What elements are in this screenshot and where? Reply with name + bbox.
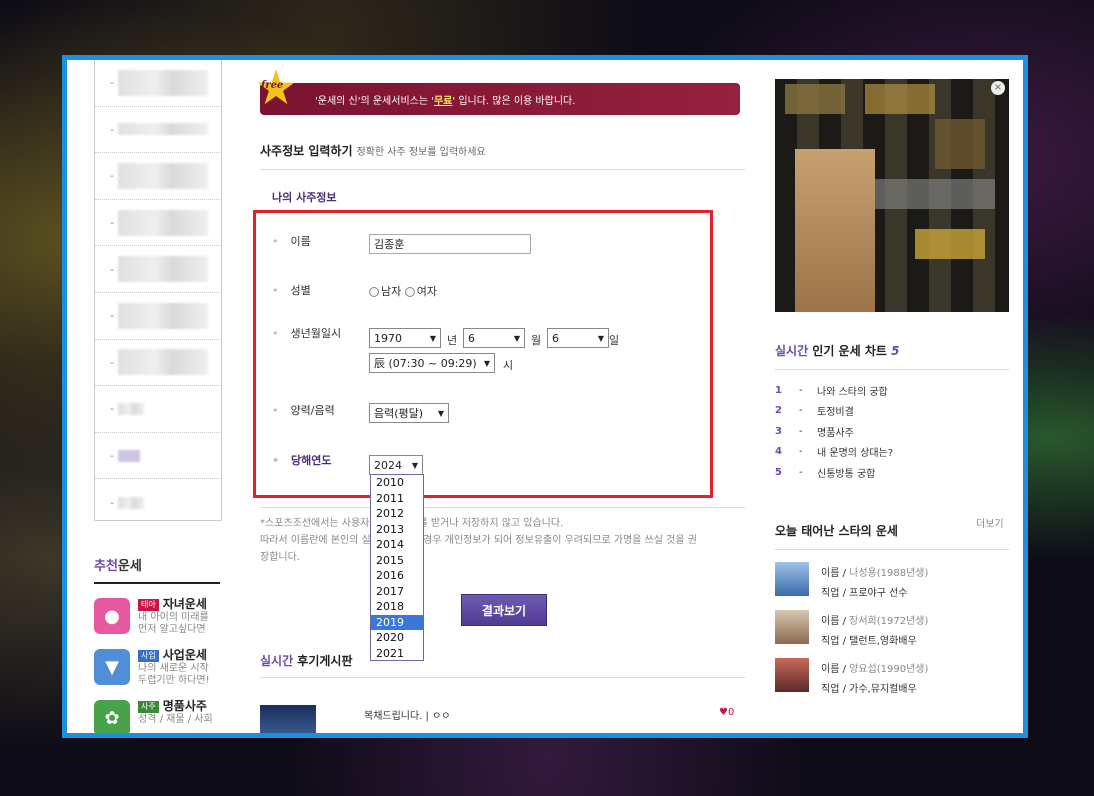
target-year-label: • 당해연도	[272, 454, 332, 467]
name-input[interactable]	[369, 234, 531, 254]
review-item-text[interactable]: 복채드립니다. | ㅇㅇ	[364, 707, 451, 722]
year-unit: 년	[447, 334, 458, 347]
target-year-select[interactable]: 2024 ▼	[369, 455, 423, 475]
day-select[interactable]: 6 ▼	[547, 328, 609, 348]
year-option[interactable]: 2020	[371, 630, 423, 646]
month-select[interactable]: 6 ▼	[463, 328, 525, 348]
chart-item[interactable]: 4-내 운명의 상대는?	[775, 442, 1009, 463]
review-board-title: 실시간 후기게시판	[260, 652, 745, 678]
sidebar-item[interactable]: -	[95, 293, 221, 340]
hour-unit: 시	[503, 359, 514, 372]
gender-female-radio[interactable]	[404, 287, 415, 297]
year-option[interactable]: 2010	[371, 475, 423, 491]
popular-chart-list: 1- 나와 스타의 궁합 2- 토정비결 3- 명품사주 4-내 운명의 상대는? 5…	[775, 380, 1009, 483]
sidebar-item[interactable]: -	[95, 60, 221, 107]
birth-label: • 생년월일시	[272, 327, 342, 340]
ad-close-icon[interactable]: ×	[991, 81, 1005, 95]
gender-radio-group: 남자 여자	[369, 283, 437, 299]
chart-item[interactable]: 2- 토정비결	[775, 401, 1009, 422]
my-info-label: 나의 사주정보	[272, 191, 337, 204]
sidebar-item[interactable]: -	[95, 246, 221, 293]
free-badge-label: free	[261, 80, 284, 91]
review-likes: ♥0	[719, 707, 735, 718]
free-service-notice: '운세의 신'의 운세서비스는 ' 무료 ' 입니다. 많은 이용 바랍니다.	[260, 83, 740, 115]
year-option[interactable]: 2019	[371, 614, 423, 630]
divider	[260, 507, 745, 508]
star-fortune-title: 오늘 태어난 스타의 운세	[775, 522, 1009, 550]
sidebar-item[interactable]: -	[95, 433, 221, 480]
hour-select[interactable]: 辰 (07:30 ~ 09:29) ▼	[369, 353, 495, 373]
recommend-item-child[interactable]: ● 태아 자녀운세 내 아이의 미래를 먼저 알고싶다면	[94, 598, 234, 638]
day-unit: 일	[609, 334, 620, 347]
chart-item[interactable]: 1- 나와 스타의 궁합	[775, 380, 1009, 401]
year-option[interactable]: 2015	[371, 553, 423, 569]
star-photo	[775, 562, 809, 596]
section-title: 사주정보 입력하기 정확한 사주 정보를 입력하세요	[260, 142, 745, 170]
star-photo	[775, 658, 809, 692]
browser-frame: - - - - - - - - - - 추천운세 ● 태아 자녀운세 내 아이의 …	[62, 55, 1028, 738]
star-photo	[775, 610, 809, 644]
year-option[interactable]: 2018	[371, 599, 423, 615]
star-item[interactable]: 이름 / 장서희(1972년생) 직업 / 탤런트,영화배우	[775, 610, 1009, 652]
chart-item[interactable]: 3- 명품사주	[775, 421, 1009, 442]
chart-item[interactable]: 5- 신통방통 궁합	[775, 462, 1009, 483]
tie-icon: ▼	[94, 649, 130, 685]
more-link[interactable]: 더보기	[976, 515, 1004, 530]
sidebar-item[interactable]: -	[95, 200, 221, 247]
sidebar-item[interactable]: -	[95, 340, 221, 387]
person-silhouette	[795, 149, 875, 312]
month-unit: 월	[531, 334, 542, 347]
sidebar-item[interactable]: -	[95, 386, 221, 433]
recommend-title: 추천운세	[94, 555, 220, 584]
year-option[interactable]: 2016	[371, 568, 423, 584]
sidebar-item[interactable]: -	[95, 153, 221, 200]
gender-male-radio[interactable]	[369, 287, 379, 297]
target-year-dropdown-list: 2010 2011 2012 2013 2014 2015 2016 2017 2018 2019…	[370, 474, 424, 661]
year-select[interactable]: 1970 ▼	[369, 328, 441, 348]
baby-icon: ●	[94, 598, 130, 634]
leaf-icon: ✿	[94, 700, 130, 733]
left-sidebar-list: - - - - - - - - - -	[94, 60, 222, 521]
recommend-item-saju[interactable]: ✿ 사주 명품사주 성격 / 재물 / 사회	[94, 700, 234, 733]
star-item[interactable]: 이름 / 나성용(1988년생) 직업 / 프로야구 선수	[775, 562, 1009, 604]
popular-chart-title: 실시간 인기 운세 차트 5	[775, 342, 1009, 370]
calendar-label: • 양력/음력	[272, 404, 335, 417]
sidebar-item[interactable]: -	[95, 479, 221, 526]
sidebar-item[interactable]: -	[95, 107, 221, 154]
star-item[interactable]: 이름 / 양요섭(1990년생) 직업 / 가수,뮤지컬배우	[775, 658, 1009, 700]
calendar-select[interactable]: 음력(평달) ▼	[369, 403, 449, 423]
gender-label: • 성별	[272, 284, 311, 297]
year-option[interactable]: 2017	[371, 584, 423, 600]
year-option[interactable]: 2014	[371, 537, 423, 553]
advertisement-image[interactable]: ×	[775, 79, 1009, 312]
year-option[interactable]: 2011	[371, 491, 423, 507]
recommend-item-business[interactable]: ▼ 사업 사업운세 나의 새로운 시작 두렵기만 하다면!	[94, 649, 234, 689]
year-option[interactable]: 2012	[371, 506, 423, 522]
review-thumbnail[interactable]	[260, 705, 316, 733]
result-button[interactable]: 결과보기	[461, 594, 547, 626]
disclaimer-text: *스포츠조선에서는 사용자의 개인정보를 받거나 저장하지 않고 있습니다. 따…	[260, 518, 697, 563]
year-option[interactable]: 2013	[371, 522, 423, 538]
name-label: • 이름	[272, 235, 311, 248]
